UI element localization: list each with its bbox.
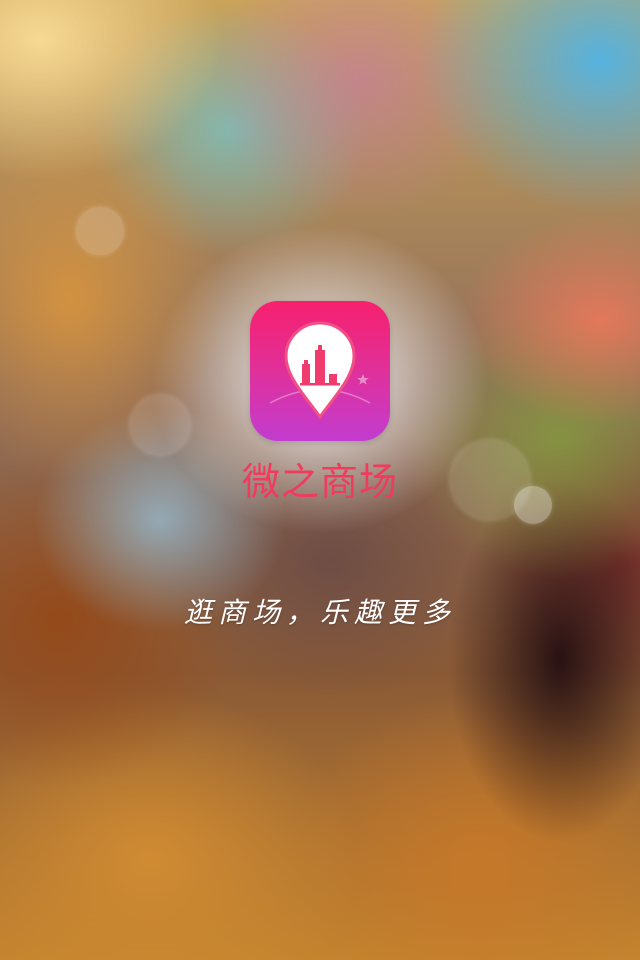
bokeh-light <box>130 395 190 455</box>
app-logo <box>250 301 390 441</box>
map-pin-buildings-icon <box>269 321 371 420</box>
bokeh-light <box>76 207 124 255</box>
app-name: 微之商场 <box>241 460 398 504</box>
app-slogan: 逛商场，乐趣更多 <box>183 596 456 629</box>
splash-screen: 微之商场 逛商场，乐趣更多 <box>0 0 640 960</box>
